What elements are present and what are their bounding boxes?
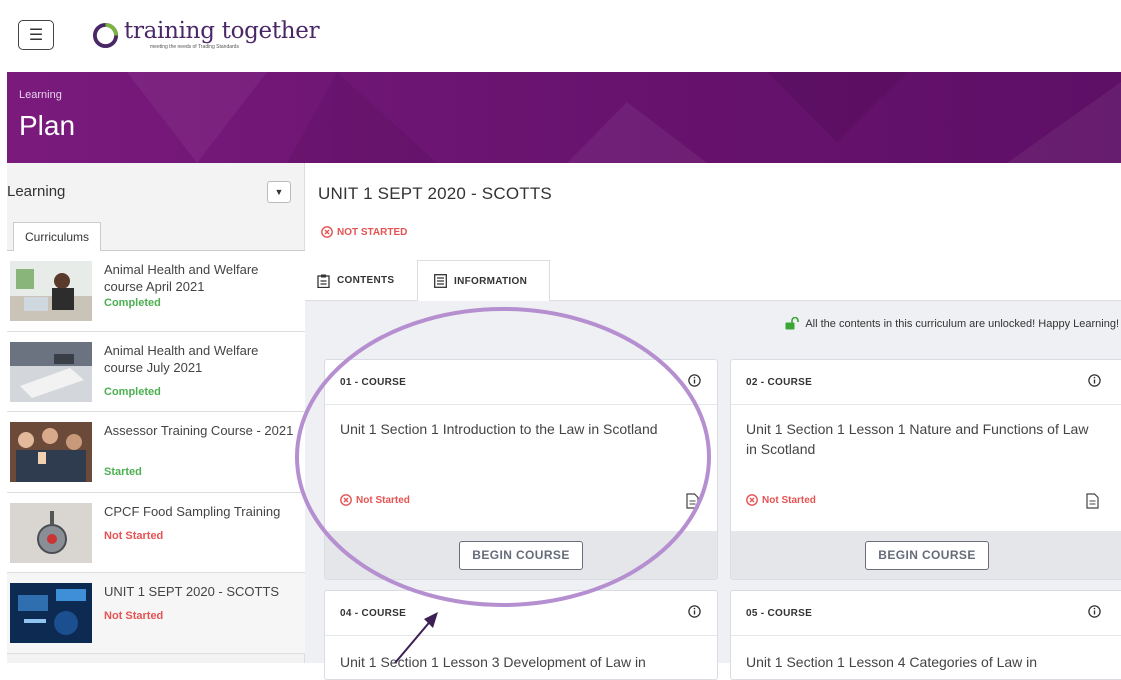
- curriculum-title: UNIT 1 SEPT 2020 - SCOTTS: [104, 584, 280, 599]
- curriculum-status: Completed: [104, 297, 161, 309]
- curriculum-sidebar: Learning ▼ Curriculums Animal Health and…: [7, 163, 305, 663]
- course-card: 04 - COURSE Unit 1 Section 1 Lesson 3 De…: [324, 590, 718, 680]
- sidebar-dropdown-button[interactable]: ▼: [267, 181, 291, 203]
- course-title[interactable]: Unit 1 Section 1 Lesson 1 Nature and Fun…: [746, 419, 1096, 459]
- caret-down-icon: ▼: [274, 187, 284, 197]
- hamburger-menu-button[interactable]: ☰: [18, 20, 54, 50]
- tab-information-label: INFORMATION: [454, 275, 528, 287]
- curriculum-status-text: NOT STARTED: [337, 226, 408, 238]
- sidebar-dropdown-label: Learning: [7, 183, 66, 200]
- curriculum-item[interactable]: Animal Health and Welfare course July 20…: [7, 331, 305, 412]
- info-icon[interactable]: [688, 605, 701, 618]
- course-card: 05 - COURSE Unit 1 Section 1 Lesson 4 Ca…: [730, 590, 1121, 680]
- curriculum-title: CPCF Food Sampling Training: [104, 503, 281, 519]
- detail-tabs: CONTENTS INFORMATION: [305, 260, 1121, 302]
- page-title: Plan: [19, 110, 76, 141]
- course-status: Not Started: [340, 494, 410, 506]
- course-status-text: Not Started: [762, 494, 816, 506]
- course-title[interactable]: Unit 1 Section 1 Introduction to the Law…: [340, 419, 700, 439]
- banner-pattern: [127, 72, 1121, 163]
- curriculum-thumbnail-image: [10, 583, 92, 643]
- not-started-icon: [340, 494, 352, 506]
- course-card: 01 - COURSE Unit 1 Section 1 Introductio…: [324, 359, 718, 580]
- unlocked-icon: [785, 317, 800, 330]
- curriculum-status: Completed: [104, 385, 161, 398]
- curriculum-list: Animal Health and Welfare course April 2…: [7, 251, 305, 654]
- curriculum-status: Not Started: [104, 529, 164, 542]
- course-number: 01 - COURSE: [340, 377, 407, 388]
- info-icon[interactable]: [1088, 374, 1101, 387]
- page-banner: Learning Plan: [7, 72, 1121, 163]
- curriculum-thumbnail-image: [10, 502, 92, 563]
- document-icon: [1086, 493, 1099, 509]
- curriculum-thumbnail-image: [10, 422, 92, 482]
- curriculum-status: Started: [104, 466, 142, 478]
- course-status: Not Started: [746, 494, 816, 506]
- tab-curriculums[interactable]: Curriculums: [13, 222, 102, 252]
- curriculum-heading: UNIT 1 SEPT 2020 - SCOTTS: [318, 184, 552, 203]
- unlock-message-text: All the contents in this curriculum are …: [805, 317, 1119, 330]
- tab-information[interactable]: INFORMATION: [417, 260, 550, 302]
- banner-subtitle: Learning: [19, 89, 62, 101]
- document-icon: [686, 493, 699, 509]
- curriculum-item-selected[interactable]: UNIT 1 SEPT 2020 - SCOTTS Not Started: [7, 573, 305, 654]
- tab-contents[interactable]: CONTENTS: [317, 260, 417, 301]
- curriculum-thumbnail-image: [10, 341, 92, 402]
- course-card-footer: BEGIN COURSE: [731, 531, 1121, 579]
- brand-logo[interactable]: training together meeting the needs of T…: [92, 18, 320, 50]
- course-title[interactable]: Unit 1 Section 1 Lesson 3 Development of…: [340, 652, 700, 672]
- curriculum-title: Assessor Training Course - 2021: [104, 423, 294, 438]
- not-started-icon: [321, 226, 333, 238]
- clipboard-icon: [317, 274, 330, 288]
- begin-course-button[interactable]: BEGIN COURSE: [459, 540, 583, 570]
- contents-panel: All the contents in this curriculum are …: [305, 301, 1121, 680]
- curriculum-title: Animal Health and Welfare course July 20…: [104, 342, 259, 375]
- course-number: 05 - COURSE: [746, 608, 813, 619]
- sidebar-tabs: Curriculums: [7, 219, 305, 252]
- info-icon[interactable]: [1088, 605, 1101, 618]
- info-list-icon: [434, 274, 447, 288]
- curriculum-item[interactable]: Animal Health and Welfare course April 2…: [7, 251, 305, 332]
- curriculum-item[interactable]: CPCF Food Sampling Training Not Started: [7, 492, 305, 573]
- brand-name: training together: [124, 18, 320, 44]
- course-status-text: Not Started: [356, 494, 410, 506]
- curriculum-title: Animal Health and Welfare course April 2…: [104, 262, 259, 294]
- top-bar: ☰ training together meeting the needs of…: [0, 0, 1121, 72]
- hamburger-icon: ☰: [28, 27, 44, 44]
- not-started-icon: [746, 494, 758, 506]
- brand-tagline: meeting the needs of Trading Standards: [150, 44, 239, 50]
- info-icon[interactable]: [688, 374, 701, 387]
- curriculum-status: Not Started: [104, 610, 164, 622]
- logo-ring-icon: [92, 22, 119, 49]
- unlock-message: All the contents in this curriculum are …: [785, 317, 1119, 330]
- curriculum-thumbnail-image: [10, 261, 92, 321]
- curriculum-status-badge: NOT STARTED: [321, 226, 407, 238]
- course-number: 04 - COURSE: [340, 608, 407, 619]
- course-title[interactable]: Unit 1 Section 1 Lesson 4 Categories of …: [746, 652, 1106, 672]
- course-card-footer: BEGIN COURSE: [325, 531, 717, 579]
- curriculum-item[interactable]: Assessor Training Course - 2021 Started: [7, 412, 305, 493]
- course-card: 02 - COURSE Unit 1 Section 1 Lesson 1 Na…: [730, 359, 1121, 580]
- curriculum-detail: UNIT 1 SEPT 2020 - SCOTTS NOT STARTED CO…: [305, 163, 1121, 680]
- begin-course-button[interactable]: BEGIN COURSE: [865, 540, 989, 570]
- course-number: 02 - COURSE: [746, 377, 813, 388]
- tab-contents-label: CONTENTS: [337, 275, 395, 286]
